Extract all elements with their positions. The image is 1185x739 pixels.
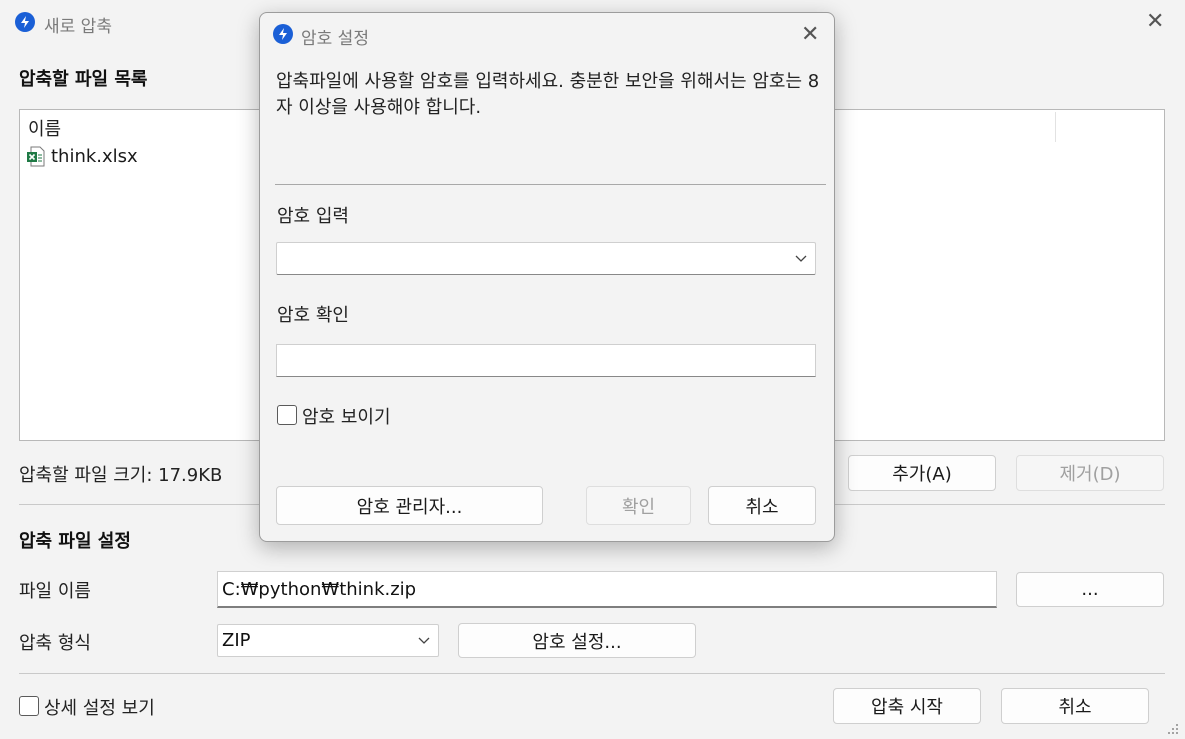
show-password-checkbox[interactable] (277, 405, 297, 425)
ok-button[interactable]: 확인 (586, 486, 691, 525)
password-input[interactable] (276, 242, 816, 275)
confirm-password-input[interactable] (276, 344, 816, 377)
column-header-name[interactable]: 이름 (28, 115, 61, 141)
dialog-description: 압축파일에 사용할 암호를 입력하세요. 충분한 보안을 위해서는 암호는 8자… (276, 71, 820, 118)
start-compress-button[interactable]: 압축 시작 (833, 688, 981, 724)
chevron-down-icon (418, 637, 430, 644)
file-size-label: 압축할 파일 크기: 17.9KB (19, 465, 223, 486)
dialog-title: 암호 설정 (301, 29, 369, 49)
format-label: 압축 형식 (19, 633, 91, 654)
column-divider[interactable] (1055, 112, 1056, 142)
list-item[interactable]: think.xlsx (26, 146, 138, 167)
divider (275, 184, 826, 185)
format-select[interactable]: ZIP (217, 624, 439, 657)
window-title: 새로 압축 (44, 17, 112, 37)
file-list-section-title: 압축할 파일 목록 (19, 69, 148, 90)
advanced-settings-checkbox[interactable] (19, 696, 39, 716)
app-logo-icon (273, 24, 293, 44)
dialog-cancel-button[interactable]: 취소 (708, 486, 816, 525)
password-settings-button[interactable]: 암호 설정... (458, 623, 696, 658)
filename-label: 파일 이름 (19, 581, 91, 602)
dialog-close-icon[interactable]: ✕ (801, 24, 819, 46)
filename-input[interactable]: C:₩python₩think.zip (217, 571, 997, 608)
show-password-label: 암호 보이기 (302, 407, 391, 428)
password-manager-button[interactable]: 암호 관리자... (276, 486, 543, 525)
app-logo-icon (15, 12, 35, 32)
settings-section-title: 압축 파일 설정 (19, 531, 131, 552)
confirm-password-label: 암호 확인 (277, 305, 349, 326)
file-name: think.xlsx (51, 146, 138, 167)
cancel-button[interactable]: 취소 (1001, 688, 1149, 724)
divider (19, 673, 1165, 674)
excel-icon (26, 146, 45, 167)
format-value: ZIP (222, 630, 251, 651)
advanced-settings-label: 상세 설정 보기 (44, 698, 155, 719)
remove-button[interactable]: 제거(D) (1016, 455, 1164, 491)
add-button[interactable]: 추가(A) (848, 455, 996, 491)
password-label: 암호 입력 (277, 206, 349, 227)
resize-grip-icon[interactable] (1165, 721, 1179, 735)
window-close-icon[interactable]: ✕ (1146, 11, 1164, 33)
browse-button[interactable]: ... (1016, 572, 1164, 607)
password-dialog: 암호 설정 ✕ 압축파일에 사용할 암호를 입력하세요. 충분한 보안을 위해서… (259, 12, 835, 542)
chevron-down-icon[interactable] (795, 255, 807, 263)
